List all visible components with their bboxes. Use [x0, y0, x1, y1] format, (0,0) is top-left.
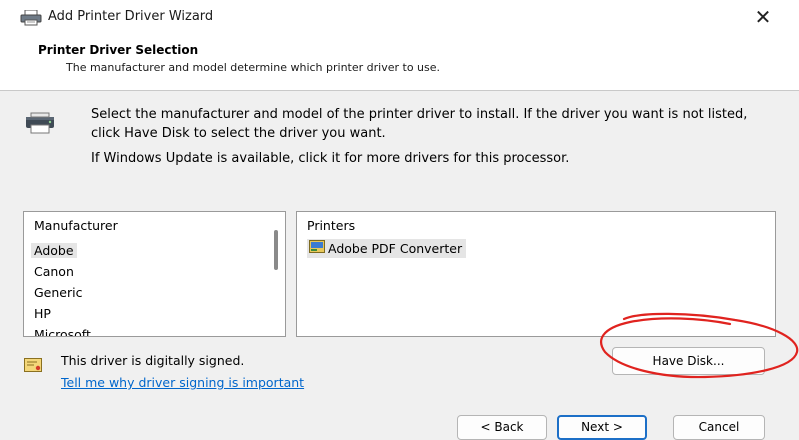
next-button[interactable]: Next > — [557, 415, 647, 440]
window-title: Add Printer Driver Wizard — [48, 9, 214, 24]
have-disk-button[interactable]: Have Disk... — [612, 347, 765, 375]
windows-update-note: If Windows Update is available, click it… — [91, 151, 570, 166]
list-item-manufacturer[interactable]: Generic — [34, 285, 82, 300]
list-item-manufacturer[interactable]: Adobe — [31, 243, 77, 258]
close-button[interactable]: ✕ — [748, 2, 778, 32]
page-title: Printer Driver Selection — [38, 43, 199, 57]
printer-driver-icon — [309, 240, 328, 257]
list-item-manufacturer[interactable]: Microsoft — [34, 327, 91, 336]
manufacturer-header: Manufacturer — [34, 218, 118, 233]
manufacturer-list[interactable]: Manufacturer Adobe Canon Generic HP Micr… — [23, 211, 286, 337]
printer-icon — [24, 111, 56, 135]
page-subtitle: The manufacturer and model determine whi… — [66, 61, 441, 74]
driver-signing-link[interactable]: Tell me why driver signing is important — [61, 375, 304, 390]
printer-label: Adobe PDF Converter — [328, 241, 463, 256]
back-button[interactable]: < Back — [457, 415, 547, 440]
instruction-text: Select the manufacturer and model of the… — [91, 107, 748, 141]
printers-list[interactable]: Printers Adobe PDF Converter — [296, 211, 776, 337]
cancel-button[interactable]: Cancel — [673, 415, 765, 440]
printer-icon — [20, 9, 42, 26]
list-item-manufacturer[interactable]: Canon — [34, 264, 74, 279]
title-bar: Add Printer Driver Wizard ✕ — [0, 0, 799, 36]
scrollbar-thumb[interactable] — [274, 230, 278, 270]
certificate-icon — [24, 357, 42, 373]
wizard-content: Select the manufacturer and model of the… — [0, 91, 799, 391]
list-item-manufacturer[interactable]: HP — [34, 306, 51, 321]
signed-status: This driver is digitally signed. — [61, 353, 245, 368]
printers-header: Printers — [307, 218, 356, 233]
wizard-header: Printer Driver Selection The manufacture… — [0, 36, 799, 91]
list-item-printer[interactable]: Adobe PDF Converter — [307, 239, 467, 258]
